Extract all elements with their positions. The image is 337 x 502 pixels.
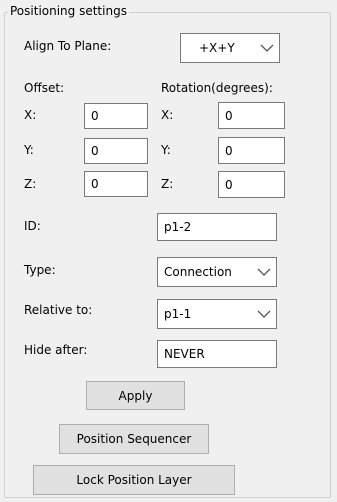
- chevron-down-icon: [257, 309, 271, 319]
- type-dropdown[interactable]: Connection: [157, 257, 277, 287]
- rotation-x-label: X:: [161, 108, 174, 122]
- relative-to-dropdown[interactable]: p1-1: [157, 299, 277, 329]
- offset-label: Offset:: [24, 81, 65, 95]
- relative-to-label: Relative to:: [24, 303, 93, 317]
- rotation-y-field[interactable]: [218, 137, 285, 164]
- rotation-x-field[interactable]: [218, 102, 285, 129]
- type-value: Connection: [164, 265, 232, 279]
- offset-z-label: Z:: [24, 177, 37, 191]
- align-to-plane-label: Align To Plane:: [24, 39, 112, 53]
- relative-to-value: p1-1: [164, 307, 192, 321]
- chevron-down-icon: [257, 267, 271, 277]
- offset-y-label: Y:: [24, 143, 34, 157]
- rotation-z-field[interactable]: [218, 171, 285, 198]
- align-to-plane-dropdown[interactable]: +X+Y: [180, 33, 280, 63]
- position-sequencer-button[interactable]: Position Sequencer: [59, 424, 209, 454]
- offset-x-label: X:: [24, 108, 37, 122]
- chevron-down-icon: [260, 43, 274, 53]
- offset-x-field[interactable]: [84, 103, 148, 129]
- rotation-label: Rotation(degrees):: [161, 81, 273, 95]
- hide-after-field[interactable]: [157, 340, 277, 368]
- hide-after-label: Hide after:: [24, 343, 88, 357]
- type-label: Type:: [24, 263, 56, 277]
- offset-z-field[interactable]: [84, 171, 148, 197]
- rotation-z-label: Z:: [161, 177, 174, 191]
- lock-position-layer-button[interactable]: Lock Position Layer: [33, 465, 235, 495]
- rotation-y-label: Y:: [161, 143, 171, 157]
- align-to-plane-value: +X+Y: [199, 41, 235, 55]
- offset-y-field[interactable]: [84, 138, 148, 164]
- group-title: Positioning settings: [8, 3, 129, 19]
- id-field[interactable]: [157, 213, 277, 241]
- apply-button[interactable]: Apply: [86, 381, 185, 410]
- id-label: ID:: [24, 219, 41, 233]
